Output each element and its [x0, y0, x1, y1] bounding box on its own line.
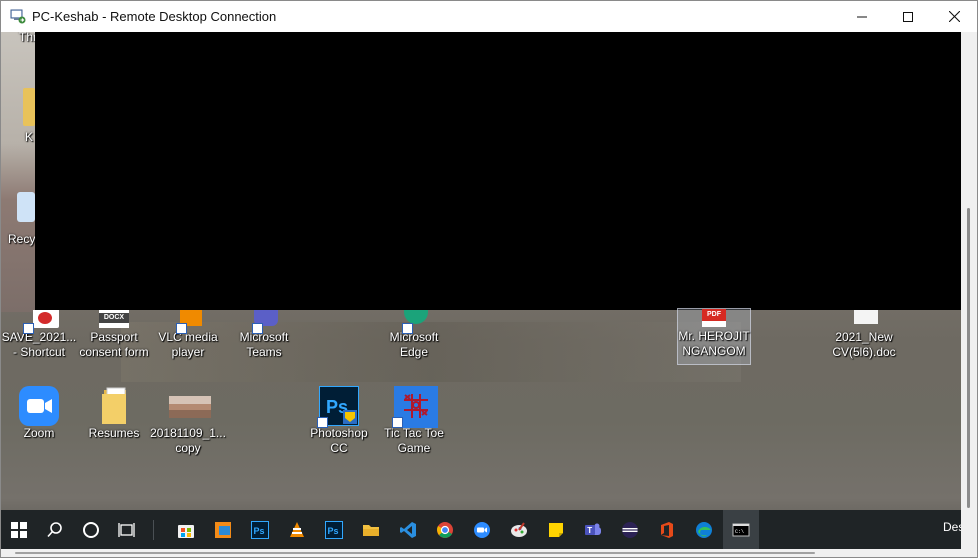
- maximize-icon: [903, 11, 913, 22]
- zoom-icon: [474, 522, 490, 538]
- cmd-icon: C:\: [732, 523, 750, 537]
- windows-start-icon: [11, 522, 27, 538]
- cortana-button[interactable]: [73, 510, 109, 550]
- taskbar-teams[interactable]: T: [575, 510, 611, 550]
- desktop-item-zoom[interactable]: Zoom: [1, 386, 77, 441]
- wallpaper-left-edge: [1, 32, 35, 312]
- doc-file-icon: [854, 310, 878, 324]
- file-explorer-alt-icon: [215, 522, 231, 538]
- taskbar-vlc[interactable]: [279, 510, 315, 550]
- recycle-bin-icon[interactable]: [17, 192, 35, 222]
- close-button[interactable]: [931, 1, 977, 32]
- start-button[interactable]: [1, 510, 37, 550]
- desktop-item-teams[interactable]: Microsoft Teams: [226, 310, 302, 360]
- folder-icon: [363, 525, 379, 536]
- horizontal-scroll-thumb[interactable]: [15, 552, 815, 554]
- taskbar-office[interactable]: [649, 510, 685, 550]
- desktop-item-cv-doc[interactable]: 2021_New CV(5l6).doc: [826, 310, 902, 360]
- taskbar-file-explorer[interactable]: [353, 510, 389, 550]
- vertical-scrollbar[interactable]: [961, 32, 977, 550]
- black-screen-region: [35, 32, 961, 310]
- minimize-button[interactable]: [839, 1, 885, 32]
- taskbar-edge[interactable]: [686, 510, 722, 550]
- edge-icon: [696, 522, 712, 538]
- photoshop-icon: Ps: [251, 521, 269, 539]
- taskbar-chrome[interactable]: [427, 510, 463, 550]
- folder-icon: [23, 88, 35, 126]
- desktop-item-passport-consent[interactable]: DOCX Passport consent form: [76, 310, 152, 360]
- svg-text:Ps: Ps: [254, 526, 265, 536]
- teams-icon: T: [585, 523, 601, 535]
- window-title: PC-Keshab - Remote Desktop Connection: [32, 9, 277, 24]
- partial-desktop-label: Recy: [8, 232, 36, 246]
- task-view-button[interactable]: [109, 510, 145, 550]
- maximize-button[interactable]: [885, 1, 931, 32]
- chrome-icon: [437, 522, 453, 538]
- taskbar-overflow-text[interactable]: Des: [943, 520, 961, 534]
- desktop-item-resumes[interactable]: Resumes: [76, 386, 152, 441]
- taskbar-separator: [153, 520, 154, 540]
- remote-desktop-view[interactable]: Thi K Recy SAVE_2021... - Shortcut DOCX …: [1, 32, 961, 550]
- taskbar: Ps Ps T C:\ De: [1, 510, 961, 550]
- office-icon: [661, 522, 673, 538]
- taskbar-explorer-alt[interactable]: [205, 510, 241, 550]
- sticky-notes-icon: [549, 523, 563, 537]
- taskbar-photoshop-2[interactable]: Ps: [316, 510, 352, 550]
- vscode-icon: [400, 522, 416, 538]
- desktop-item-tictactoe[interactable]: Tic Tac Toe Game: [376, 386, 452, 456]
- paint-icon: [511, 522, 527, 537]
- taskbar-eclipse[interactable]: [612, 510, 648, 550]
- remote-desktop-window: PC-Keshab - Remote Desktop Connection Th…: [0, 0, 978, 558]
- edge-icon: [404, 310, 428, 324]
- store-icon: [178, 525, 194, 538]
- taskbar-zoom[interactable]: [464, 510, 500, 550]
- search-button[interactable]: [37, 510, 73, 550]
- zoom-icon: [19, 386, 59, 426]
- svg-text:Ps: Ps: [328, 526, 339, 536]
- svg-text:C:\: C:\: [735, 529, 744, 535]
- taskbar-photoshop[interactable]: Ps: [242, 510, 278, 550]
- close-icon: [948, 11, 960, 22]
- vertical-scroll-thumb[interactable]: [967, 208, 970, 508]
- folder-icon: [102, 387, 126, 424]
- desktop-item-save-shortcut[interactable]: SAVE_2021... - Shortcut: [1, 310, 77, 360]
- pdf-shortcut-icon: [33, 310, 59, 328]
- vlc-icon: [290, 522, 304, 537]
- taskbar-paint[interactable]: [501, 510, 537, 550]
- desktop-item-herojit-pdf[interactable]: PDF Mr. HEROJIT NGANGOM: [677, 308, 751, 365]
- remote-desktop-icon: [10, 9, 26, 24]
- partial-desktop-label: K: [25, 130, 34, 144]
- title-bar[interactable]: PC-Keshab - Remote Desktop Connection: [1, 1, 977, 32]
- task-view-icon: [118, 523, 135, 537]
- horizontal-scrollbar[interactable]: [1, 549, 977, 557]
- taskbar-sticky-notes[interactable]: [538, 510, 574, 550]
- svg-text:T: T: [587, 526, 592, 535]
- desktop-item-image-copy[interactable]: 20181109_1... copy: [150, 386, 226, 456]
- image-thumbnail-icon: [169, 396, 211, 418]
- minimize-icon: [857, 16, 867, 17]
- photoshop-icon-2: Ps: [325, 521, 343, 539]
- pdf-file-icon: PDF: [702, 309, 726, 327]
- desktop-item-photoshop[interactable]: Ps Photoshop CC: [301, 385, 377, 456]
- docx-file-icon: DOCX: [99, 310, 129, 328]
- taskbar-vscode[interactable]: [390, 510, 426, 550]
- taskbar-command-prompt[interactable]: C:\: [723, 510, 759, 550]
- eclipse-icon: [622, 522, 638, 538]
- cortana-icon: [83, 522, 99, 538]
- partial-desktop-label: Thi: [19, 32, 36, 44]
- desktop-item-vlc[interactable]: VLC media player: [150, 310, 226, 360]
- taskbar-store[interactable]: [168, 510, 204, 550]
- search-icon: [47, 522, 62, 538]
- desktop-item-edge[interactable]: Microsoft Edge: [376, 310, 452, 360]
